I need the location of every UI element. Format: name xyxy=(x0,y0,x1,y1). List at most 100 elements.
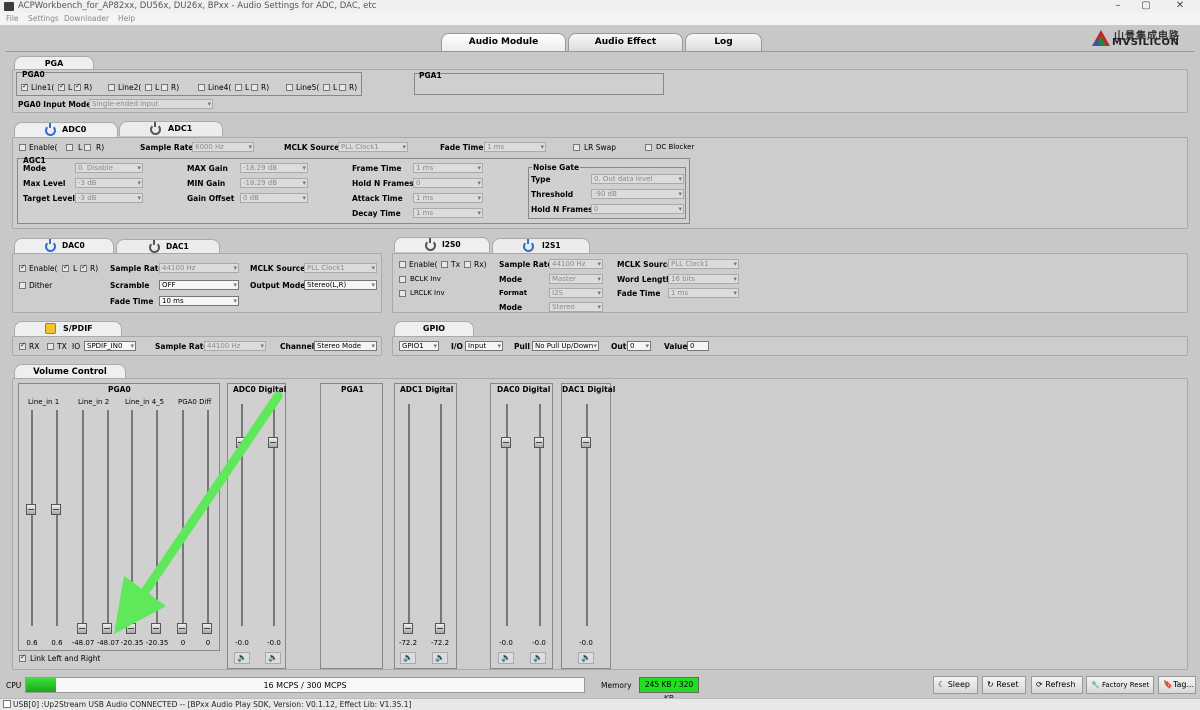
min-gain-select[interactable]: -18.29 dB xyxy=(240,178,308,188)
spdif-channel-select[interactable]: Stereo Mode xyxy=(314,341,377,351)
output-mode-select[interactable]: Stereo(L,R) xyxy=(304,280,377,290)
lrclk-inv-checkbox[interactable] xyxy=(399,290,406,297)
dac-r-checkbox[interactable] xyxy=(80,263,87,272)
maximize-icon[interactable]: ▢ xyxy=(1132,0,1160,12)
i2s-fade-select[interactable]: 1 ms xyxy=(668,288,739,298)
dac0-left-slider-knob[interactable] xyxy=(501,437,511,448)
factory-reset-button[interactable]: 🔧 Factory Reset xyxy=(1086,676,1154,694)
adc1-right-speaker-icon[interactable]: 🔈 xyxy=(432,652,448,664)
spdif-sample-rate-select[interactable]: 44100 Hz xyxy=(204,341,266,351)
gpio-pin-select[interactable]: GPIO1 xyxy=(399,341,439,351)
i2s-mclk-select[interactable]: PLL Clock1 xyxy=(668,259,739,269)
adc-sample-rate-select[interactable]: 8000 Hz xyxy=(192,142,254,152)
ng-threshold-select[interactable]: -90 dB xyxy=(591,189,684,199)
tab-dac0[interactable]: DAC0 xyxy=(14,238,114,253)
dc-blocker-checkbox[interactable] xyxy=(645,144,652,151)
i2s-sample-rate-select[interactable]: 44100 Hz xyxy=(549,259,603,269)
adc-mclk-select[interactable]: PLL Clock1 xyxy=(338,142,408,152)
dac0-right-slider-knob[interactable] xyxy=(534,437,544,448)
tab-i2s0[interactable]: I2S0 xyxy=(394,237,490,252)
tab-audio-effect[interactable]: Audio Effect xyxy=(568,33,683,51)
hold-frames-select[interactable]: 0 xyxy=(413,178,483,188)
dac-mclk-select[interactable]: PLL Clock1 xyxy=(304,263,377,273)
scramble-select[interactable]: OFF xyxy=(159,280,239,290)
spdif-io-select[interactable]: SPDIF_IN0 xyxy=(84,341,136,351)
frame-time-select[interactable]: 1 ms xyxy=(413,163,483,173)
line1-checkbox[interactable] xyxy=(21,82,28,91)
i2s-mode2-select[interactable]: Stereo xyxy=(549,302,603,312)
dither-checkbox[interactable] xyxy=(19,282,26,289)
reset-button[interactable]: ↻ Reset xyxy=(982,676,1026,694)
adc1-left-slider-knob[interactable] xyxy=(403,623,413,634)
adc-l-checkbox[interactable] xyxy=(66,144,73,151)
line1-l-checkbox[interactable] xyxy=(58,82,65,91)
tab-adc1[interactable]: ADC1 xyxy=(119,121,223,136)
dac1-slider-knob[interactable] xyxy=(581,437,591,448)
bclk-inv-checkbox[interactable] xyxy=(399,276,406,283)
ng-hold-select[interactable]: 0 xyxy=(591,204,684,214)
pga0-slider-knob[interactable] xyxy=(26,504,36,516)
line5-r-checkbox[interactable] xyxy=(339,84,346,91)
menu-downloader[interactable]: Downloader xyxy=(64,14,109,23)
minimize-icon[interactable]: – xyxy=(1104,0,1132,12)
tab-audio-module[interactable]: Audio Module xyxy=(441,33,566,51)
max-level-select[interactable]: -3 dB xyxy=(75,178,143,188)
i2s-enable-checkbox[interactable] xyxy=(399,261,406,268)
dac-l-checkbox[interactable] xyxy=(62,263,69,272)
ng-type-select[interactable]: 0. Out data level xyxy=(591,174,684,184)
i2s-mode-select[interactable]: Master xyxy=(549,274,603,284)
line2-l-checkbox[interactable] xyxy=(145,84,152,91)
tab-spdif[interactable]: S/PDIF xyxy=(14,321,122,336)
dac-sample-rate-select[interactable]: 44100 Hz xyxy=(159,263,239,273)
dac1-speaker-icon[interactable]: 🔈 xyxy=(578,652,594,664)
spdif-tx-checkbox[interactable] xyxy=(47,343,54,350)
adc0-right-speaker-icon[interactable]: 🔈 xyxy=(265,652,281,664)
adc-r-checkbox[interactable] xyxy=(84,144,91,151)
target-level-select[interactable]: -3 dB xyxy=(75,193,143,203)
adc-enable-checkbox[interactable] xyxy=(19,144,26,151)
i2s-rx-checkbox[interactable] xyxy=(464,261,471,268)
line4-r-checkbox[interactable] xyxy=(251,84,258,91)
decay-time-select[interactable]: 1 ms xyxy=(413,208,483,218)
tab-log[interactable]: Log xyxy=(685,33,762,51)
pga0-slider-knob[interactable] xyxy=(77,623,87,634)
menu-settings[interactable]: Settings xyxy=(28,14,59,23)
adc-fade-select[interactable]: 1 ms xyxy=(484,142,546,152)
close-icon[interactable]: ✕ xyxy=(1166,0,1194,12)
tag-button[interactable]: 🔖Tag... xyxy=(1158,676,1196,694)
attack-time-select[interactable]: 1 ms xyxy=(413,193,483,203)
dac0-left-speaker-icon[interactable]: 🔈 xyxy=(498,652,514,664)
pga0-slider-knob[interactable] xyxy=(51,504,61,516)
tab-volume-control[interactable]: Volume Control xyxy=(14,364,126,379)
gain-offset-select[interactable]: 0 dB xyxy=(240,193,308,203)
dac0-right-speaker-icon[interactable]: 🔈 xyxy=(530,652,546,664)
refresh-button[interactable]: ⟳ Refresh xyxy=(1031,676,1083,694)
dac-enable-checkbox[interactable] xyxy=(19,263,26,272)
tab-gpio[interactable]: GPIO xyxy=(394,321,474,336)
line4-l-checkbox[interactable] xyxy=(235,84,242,91)
adc0-left-speaker-icon[interactable]: 🔈 xyxy=(234,652,250,664)
lr-swap-checkbox[interactable] xyxy=(573,144,580,151)
adc1-left-speaker-icon[interactable]: 🔈 xyxy=(400,652,416,664)
menu-file[interactable]: File xyxy=(6,14,19,23)
gpio-out-select[interactable]: 0 xyxy=(627,341,651,351)
tab-dac1[interactable]: DAC1 xyxy=(116,239,220,254)
line2-r-checkbox[interactable] xyxy=(161,84,168,91)
link-left-right-checkbox[interactable] xyxy=(19,653,26,662)
max-gain-select[interactable]: -18.29 dB xyxy=(240,163,308,173)
gpio-pull-select[interactable]: No Pull Up/Down xyxy=(532,341,599,351)
menu-help[interactable]: Help xyxy=(118,14,135,23)
dac-fade-select[interactable]: 10 ms xyxy=(159,296,239,306)
line2-checkbox[interactable] xyxy=(108,84,115,91)
tab-i2s1[interactable]: I2S1 xyxy=(492,238,590,253)
line5-checkbox[interactable] xyxy=(286,84,293,91)
line1-r-checkbox[interactable] xyxy=(74,82,81,91)
tab-adc0[interactable]: ADC0 xyxy=(14,122,118,137)
i2s-format-select[interactable]: I2S xyxy=(549,288,603,298)
adc1-right-slider-knob[interactable] xyxy=(435,623,445,634)
agc-mode-select[interactable]: 0. Disable xyxy=(75,163,143,173)
gpio-io-select[interactable]: Input xyxy=(465,341,503,351)
i2s-tx-checkbox[interactable] xyxy=(441,261,448,268)
line5-l-checkbox[interactable] xyxy=(323,84,330,91)
word-length-select[interactable]: 16 bits xyxy=(668,274,739,284)
